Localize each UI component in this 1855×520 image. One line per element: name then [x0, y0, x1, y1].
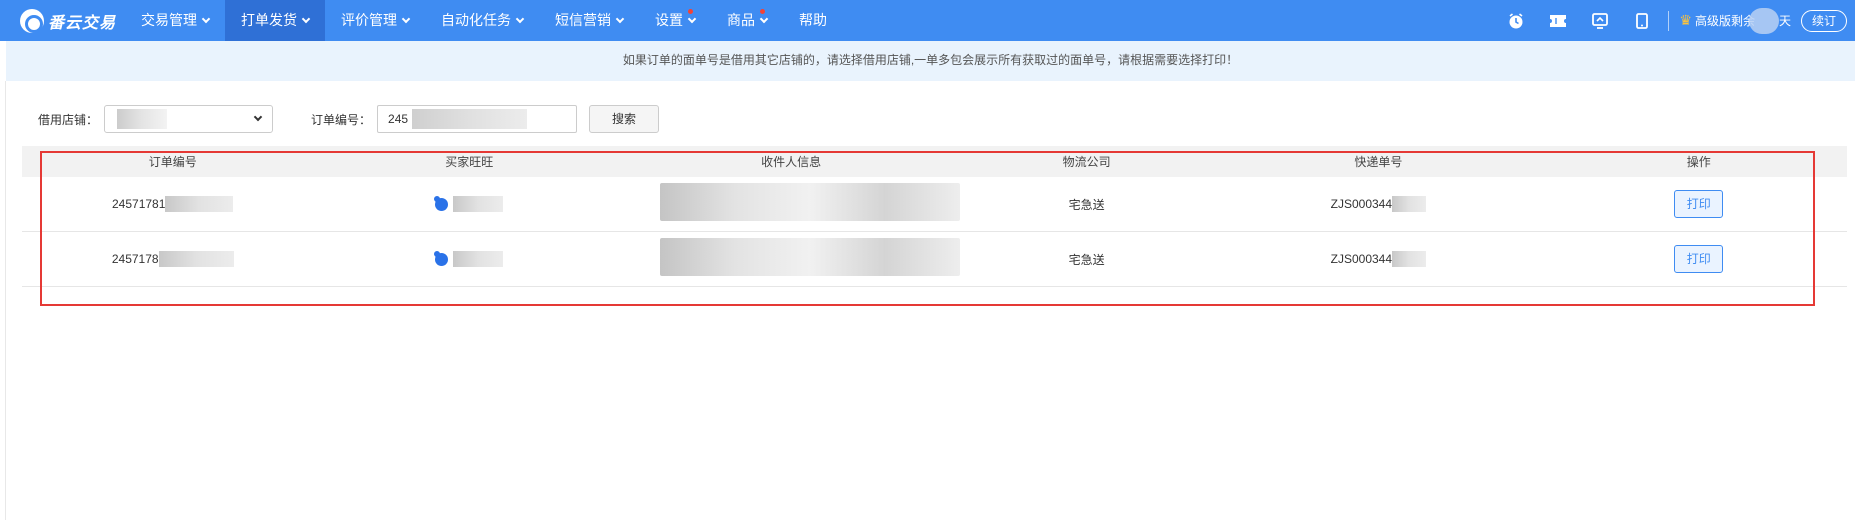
ticket-icon[interactable] — [1548, 11, 1568, 31]
wangwang-icon[interactable] — [434, 250, 449, 266]
filter-bar: 借用店铺： 订单编号： 245 搜索 — [38, 105, 660, 133]
screen-icon[interactable] — [1590, 11, 1610, 31]
notification-dot — [688, 9, 693, 14]
top-navigation-bar: 番云交易 交易管理 打单发货 评价管理 自动化任务 短信营销 设置 商品 帮助 ♛ 高级版剩余… — [0, 0, 1855, 41]
recipient-cell — [615, 177, 967, 231]
chevron-down-icon — [201, 14, 211, 24]
buyer-cell — [323, 232, 615, 286]
nav-item-label: 交易管理 — [141, 12, 197, 28]
recipient-info-redacted — [660, 238, 961, 276]
recipient-info-redacted — [660, 183, 961, 221]
order-number-label: 订单编号： — [311, 112, 372, 127]
order-number-cell: 2457178 — [22, 232, 323, 286]
renew-button[interactable]: 续订 — [1800, 9, 1847, 32]
chevron-down-icon — [401, 14, 411, 24]
header-recipient: 收件人信息 — [761, 155, 822, 169]
print-button[interactable]: 打印 — [1674, 245, 1724, 273]
nav-item[interactable]: 短信营销 — [539, 0, 639, 41]
nav-item-label: 自动化任务 — [441, 12, 511, 28]
nav-item-label: 打单发货 — [241, 12, 297, 28]
chevron-down-icon — [759, 14, 769, 24]
shop-label: 借用店铺： — [38, 112, 99, 127]
header-order-number: 订单编号 — [148, 155, 197, 169]
logistics-cell: 宅急送 — [1068, 252, 1105, 267]
app-name: 番云交易 — [48, 15, 117, 32]
chevron-down-icon — [301, 14, 311, 24]
header-buyer: 买家旺旺 — [445, 155, 494, 169]
tracking-number: ZJS000344 — [1330, 197, 1393, 211]
notification-dot — [760, 9, 765, 14]
table-header: 订单编号 买家旺旺 收件人信息 物流公司 快递单号 操作 — [22, 146, 1847, 177]
order-number: 2457178 — [111, 252, 159, 266]
chevron-down-icon — [615, 14, 625, 24]
order-number: 24571781 — [112, 197, 166, 211]
main-nav: 交易管理 打单发货 评价管理 自动化任务 短信营销 设置 商品 帮助 — [125, 0, 843, 41]
order-number-redacted — [165, 196, 234, 212]
logistics-cell: 宅急送 — [1068, 197, 1105, 212]
header-logistics: 物流公司 — [1062, 155, 1111, 169]
notice-banner: 如果订单的面单号是借用其它店铺的，请选择借用店铺,一单多包会展示所有获取过的面单… — [6, 41, 1855, 81]
tracking-number: ZJS000344 — [1330, 252, 1393, 266]
search-button[interactable]: 搜索 — [589, 105, 660, 133]
chevron-down-icon — [515, 14, 525, 24]
left-border — [5, 81, 6, 520]
buyer-cell — [323, 177, 615, 231]
table-row: 2457178 宅急送 ZJS000344 打印 — [22, 232, 1847, 287]
tracking-cell: ZJS000344 — [1206, 177, 1550, 231]
buyer-name-redacted — [453, 196, 504, 212]
vip-status[interactable]: ♛ 高级版剩余 天 — [1679, 7, 1791, 34]
vip-suffix: 天 — [1778, 14, 1791, 28]
nav-item[interactable]: 交易管理 — [125, 0, 225, 41]
order-number-value: 245 — [388, 112, 409, 126]
tracking-number-redacted — [1392, 251, 1427, 267]
recipient-cell — [615, 232, 967, 286]
app-logo[interactable]: 番云交易 — [20, 8, 116, 34]
order-table: 订单编号 买家旺旺 收件人信息 物流公司 快递单号 操作 24571781 宅急… — [22, 146, 1847, 287]
toolbar-separator — [1668, 10, 1670, 31]
nav-item[interactable]: 设置 — [639, 0, 711, 41]
nav-item[interactable]: 自动化任务 — [425, 0, 539, 41]
nav-item-label: 评价管理 — [341, 12, 397, 28]
nav-item-label: 短信营销 — [555, 12, 611, 28]
table-row: 24571781 宅急送 ZJS000344 打印 — [22, 177, 1847, 232]
nav-item-label: 商品 — [727, 12, 755, 28]
logo-icon — [20, 9, 44, 33]
nav-item-label: 设置 — [655, 12, 683, 28]
tracking-number-redacted — [1392, 196, 1427, 212]
shop-select[interactable] — [104, 105, 274, 133]
buyer-name-redacted — [453, 251, 504, 267]
order-number-redacted — [412, 109, 528, 129]
nav-item-label: 帮助 — [799, 12, 827, 28]
chevron-down-icon — [687, 14, 697, 24]
chevron-down-icon — [253, 112, 263, 122]
wangwang-icon[interactable] — [434, 195, 449, 211]
nav-item[interactable]: 帮助 — [783, 0, 843, 41]
order-number-cell: 24571781 — [22, 177, 323, 231]
header-tracking: 快递单号 — [1354, 155, 1403, 169]
order-number-redacted — [158, 251, 234, 267]
order-number-input[interactable]: 245 — [377, 105, 578, 133]
shop-value-redacted — [117, 109, 168, 129]
nav-item[interactable]: 商品 — [711, 0, 783, 41]
header-actions: 操作 — [1686, 155, 1711, 169]
action-cell: 打印 — [1550, 177, 1847, 231]
vip-days-redacted — [1748, 7, 1779, 34]
top-right-tools: ♛ 高级版剩余 天 续订 — [1506, 0, 1855, 41]
tracking-cell: ZJS000344 — [1206, 232, 1550, 286]
nav-item[interactable]: 评价管理 — [325, 0, 425, 41]
alarm-clock-icon[interactable] — [1506, 11, 1526, 31]
print-button[interactable]: 打印 — [1674, 190, 1724, 218]
nav-item[interactable]: 打单发货 — [225, 0, 325, 41]
tablet-icon[interactable] — [1632, 11, 1652, 31]
crown-icon: ♛ — [1679, 12, 1692, 28]
vip-label: 高级版剩余 — [1694, 14, 1755, 28]
action-cell: 打印 — [1550, 232, 1847, 286]
